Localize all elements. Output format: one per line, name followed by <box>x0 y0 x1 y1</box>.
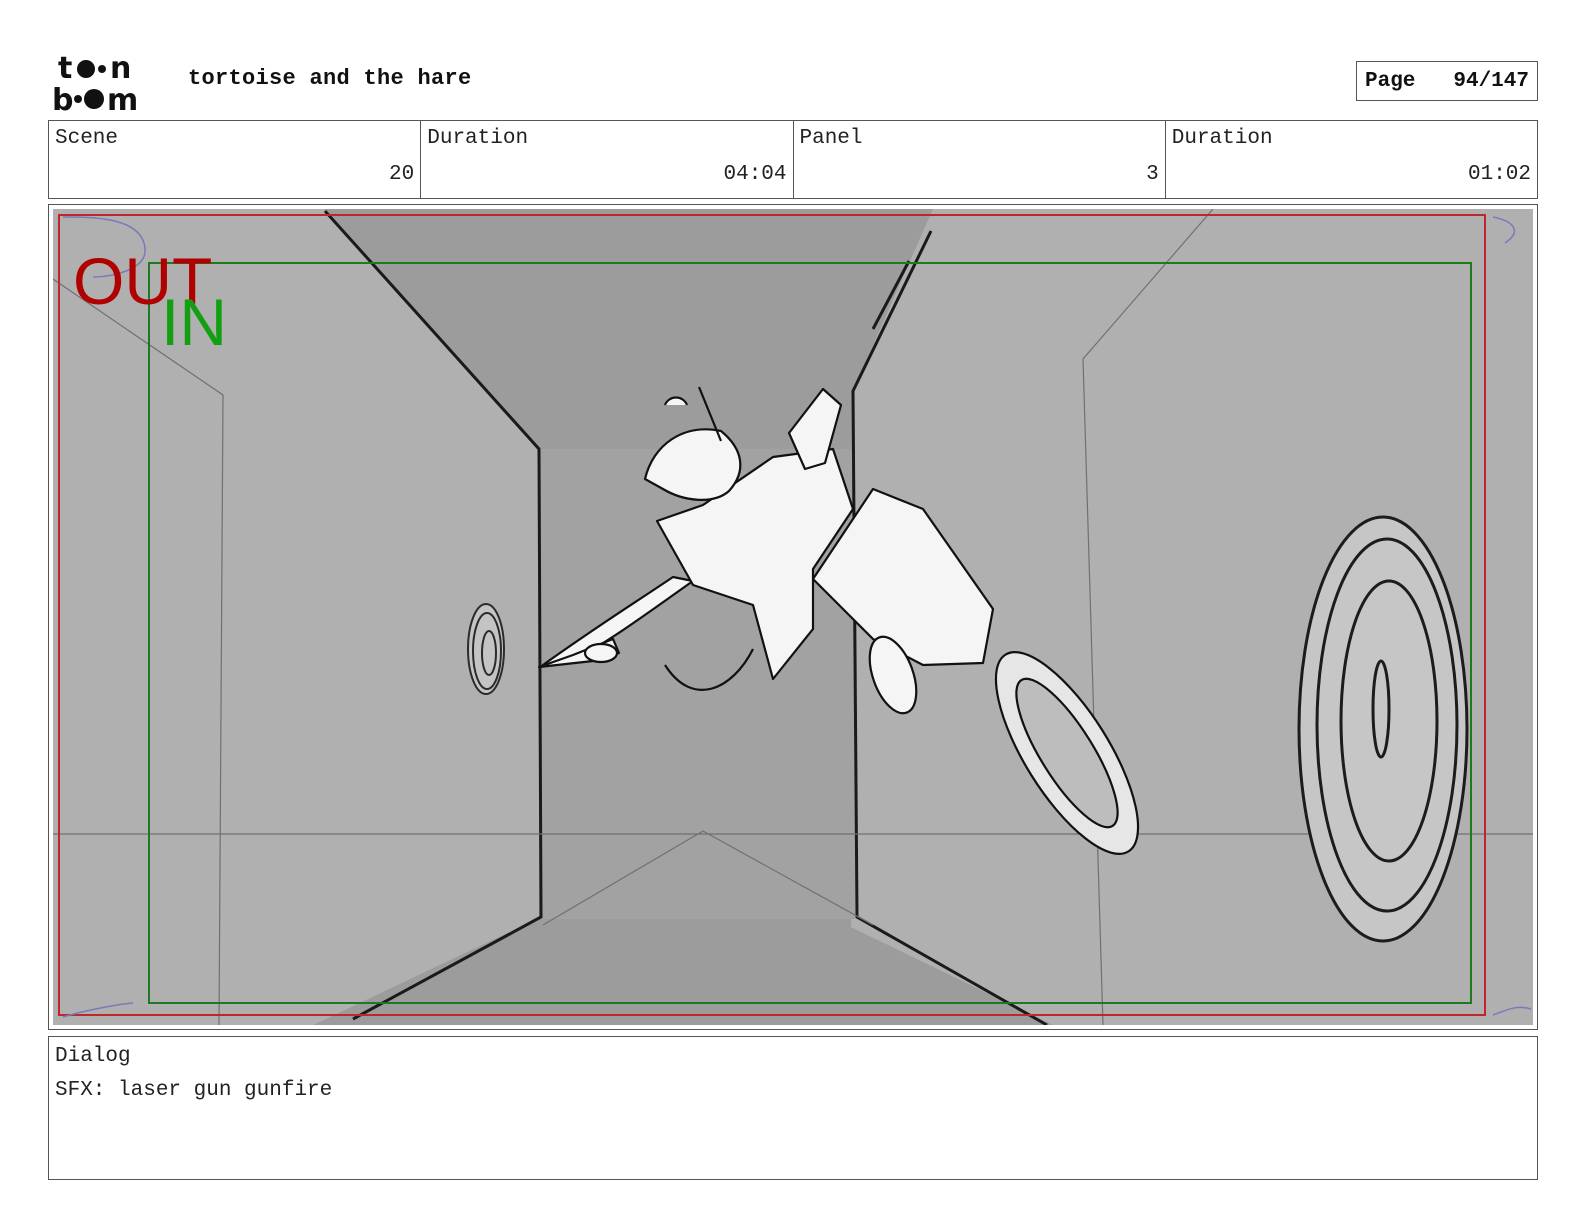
page-indicator: Page 94/147 <box>1356 61 1538 101</box>
scene-value: 20 <box>389 163 415 186</box>
scene-duration-cell: Duration 04:04 <box>421 121 794 198</box>
scene-duration-value: 04:04 <box>723 163 787 186</box>
panel-cell: Panel 3 <box>794 121 1166 198</box>
svg-text:m: m <box>107 83 138 114</box>
in-label: IN <box>161 285 227 359</box>
dialog-text: SFX: laser gun gunfire <box>55 1079 333 1102</box>
page-number: 94/147 <box>1453 69 1529 93</box>
svg-text:n: n <box>110 52 131 86</box>
scene-cell: Scene 20 <box>49 121 422 198</box>
svg-text:t: t <box>58 52 72 86</box>
panel-duration-cell: Duration 01:02 <box>1166 121 1537 198</box>
panel-duration-label: Duration <box>1171 127 1273 150</box>
project-title: tortoise and the hare <box>188 66 472 91</box>
svg-text:b: b <box>52 83 73 114</box>
panel-value: 3 <box>1146 163 1159 186</box>
left-wall-ring <box>467 603 505 695</box>
toon-boom-logo: t n b m <box>52 52 138 114</box>
scene-label: Scene <box>55 127 119 150</box>
scene-duration-label: Duration <box>427 127 529 150</box>
panel-info-row: Scene 20 Duration 04:04 Panel 3 Duration… <box>48 120 1538 199</box>
dialog-label: Dialog <box>55 1045 131 1068</box>
panel-label: Panel <box>799 127 863 150</box>
panel-drawing: OUT IN <box>53 209 1533 1025</box>
storyboard-panel: OUT IN <box>48 204 1538 1030</box>
page-label: Page <box>1365 69 1416 93</box>
panel-duration-value: 01:02 <box>1467 163 1531 186</box>
dialog-box: Dialog SFX: laser gun gunfire <box>48 1036 1538 1180</box>
right-wall-ring <box>1297 515 1469 943</box>
